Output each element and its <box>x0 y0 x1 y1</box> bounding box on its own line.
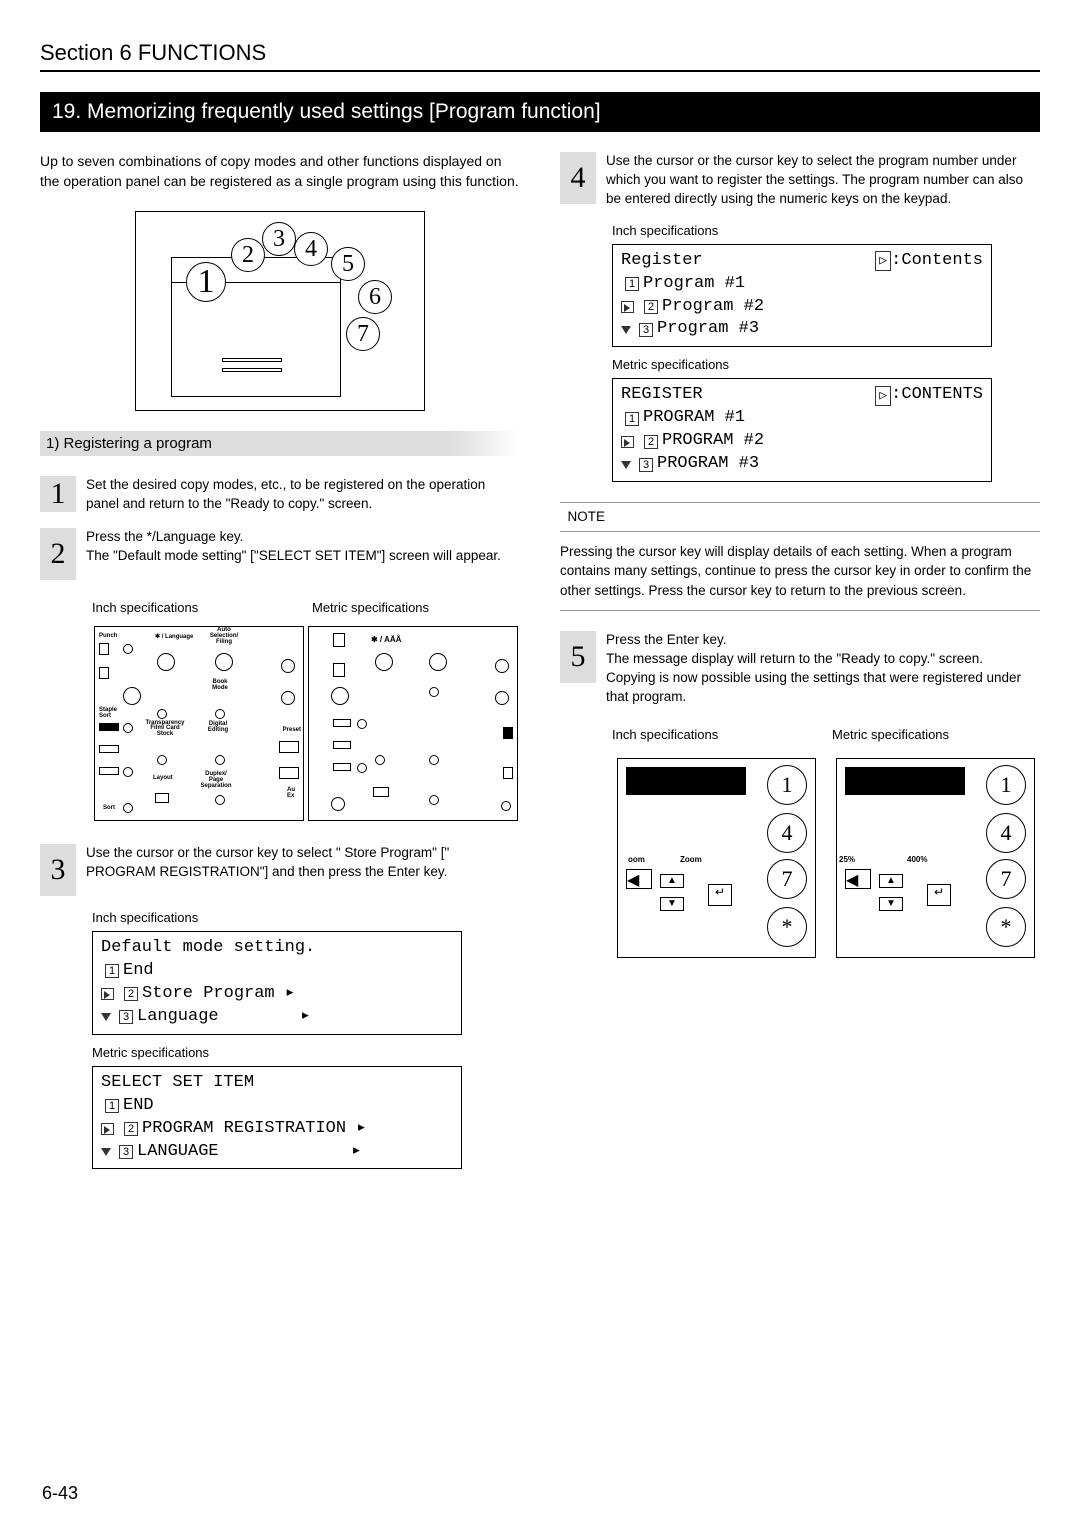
control-panel-metric: ✱ / AÄÅ <box>308 626 518 821</box>
subheading-registering: 1) Registering a program <box>40 431 520 456</box>
step-text: Press the */Language key. The "Default m… <box>86 528 520 580</box>
metric-spec-label: Metric specifications <box>612 357 1040 372</box>
cursor-down-icon <box>101 1148 111 1156</box>
step-2: 2 Press the */Language key. The "Default… <box>40 528 520 580</box>
step-number: 3 <box>51 853 66 887</box>
step-text: Use the cursor or the cursor key to sele… <box>86 844 520 896</box>
key-asterisk: * <box>986 907 1026 947</box>
inch-spec-label: Inch specifications <box>612 223 1040 238</box>
key-1: 1 <box>986 765 1026 805</box>
step-3: 3 Use the cursor or the cursor key to se… <box>40 844 520 896</box>
step-number: 5 <box>571 640 586 674</box>
cursor-right-icon <box>101 988 114 1000</box>
cursor-down-icon <box>621 461 631 469</box>
page-title: 19. Memorizing frequently used settings … <box>40 92 1040 132</box>
play-icon: ▷ <box>875 386 891 406</box>
inch-spec-label: Inch specifications <box>92 600 292 615</box>
bubble-1: 1 <box>186 262 226 302</box>
cursor-down-icon <box>101 1013 111 1021</box>
play-icon: ▷ <box>875 251 891 271</box>
step-number: 2 <box>51 537 66 571</box>
keypad-metric: 25% 400% ◀ ▲ ▼ ↵ 1 4 7 * <box>836 758 1035 958</box>
cursor-right-icon <box>621 301 634 313</box>
copier-illustration: 1 2 3 4 5 6 7 <box>135 211 425 411</box>
keypad-inch: oom Zoom ◀ ▲ ▼ ↵ 1 4 7 * <box>617 758 816 958</box>
left-column: Up to seven combinations of copy modes a… <box>40 152 520 1179</box>
step-1: 1 Set the desired copy modes, etc., to b… <box>40 476 520 514</box>
metric-spec-label: Metric specifications <box>832 727 949 742</box>
right-column: 4 Use the cursor or the cursor key to se… <box>560 152 1040 1179</box>
cursor-right-icon <box>101 1123 114 1135</box>
metric-spec-label: Metric specifications <box>92 1045 520 1060</box>
cursor-down-icon <box>621 326 631 334</box>
metric-spec-label: Metric specifications <box>312 600 429 615</box>
inch-spec-label: Inch specifications <box>92 910 520 925</box>
key-4: 4 <box>986 813 1026 853</box>
step-number: 1 <box>51 477 66 511</box>
key-4: 4 <box>767 813 807 853</box>
intro-text: Up to seven combinations of copy modes a… <box>40 152 520 191</box>
bubble-6: 6 <box>358 280 392 314</box>
bubble-2: 2 <box>231 238 265 272</box>
step-5: 5 Press the Enter key. The message displ… <box>560 631 1040 707</box>
section-header: Section 6 FUNCTIONS <box>40 40 1040 72</box>
inch-spec-label: Inch specifications <box>612 727 812 742</box>
enter-key-icon: ↵ <box>927 884 951 906</box>
lcd-screen-register-inch: Register▷:Contents 1 Program #1 2 Progra… <box>612 244 992 348</box>
step-text: Use the cursor or the cursor key to sele… <box>606 152 1040 209</box>
lcd-screen-register-metric: REGISTER▷:CONTENTS 1 PROGRAM #1 2 PROGRA… <box>612 378 992 482</box>
note-label: NOTE <box>560 502 1040 532</box>
bubble-7: 7 <box>346 317 380 351</box>
cursor-right-icon <box>621 436 634 448</box>
step-4: 4 Use the cursor or the cursor key to se… <box>560 152 1040 209</box>
bubble-3: 3 <box>262 222 296 256</box>
enter-key-icon: ↵ <box>708 884 732 906</box>
control-panel-inch: Punch ✱ / Language Auto Selection/ Filin… <box>94 626 304 821</box>
step-text: Press the Enter key. The message display… <box>606 631 1040 707</box>
key-1: 1 <box>767 765 807 805</box>
lcd-screen-metric: SELECT SET ITEM 1 END 2 PROGRAM REGISTRA… <box>92 1066 462 1170</box>
step-number: 4 <box>571 161 586 195</box>
key-asterisk: * <box>767 907 807 947</box>
bubble-4: 4 <box>294 232 328 266</box>
key-7: 7 <box>767 859 807 899</box>
key-7: 7 <box>986 859 1026 899</box>
note-block: NOTE Pressing the cursor key will displa… <box>560 502 1040 611</box>
lcd-screen-inch: Default mode setting. 1 End 2 Store Prog… <box>92 931 462 1035</box>
page-number: 6-43 <box>42 1483 78 1504</box>
note-body: Pressing the cursor key will display det… <box>560 542 1040 612</box>
bubble-5: 5 <box>331 247 365 281</box>
step-text: Set the desired copy modes, etc., to be … <box>86 476 520 514</box>
